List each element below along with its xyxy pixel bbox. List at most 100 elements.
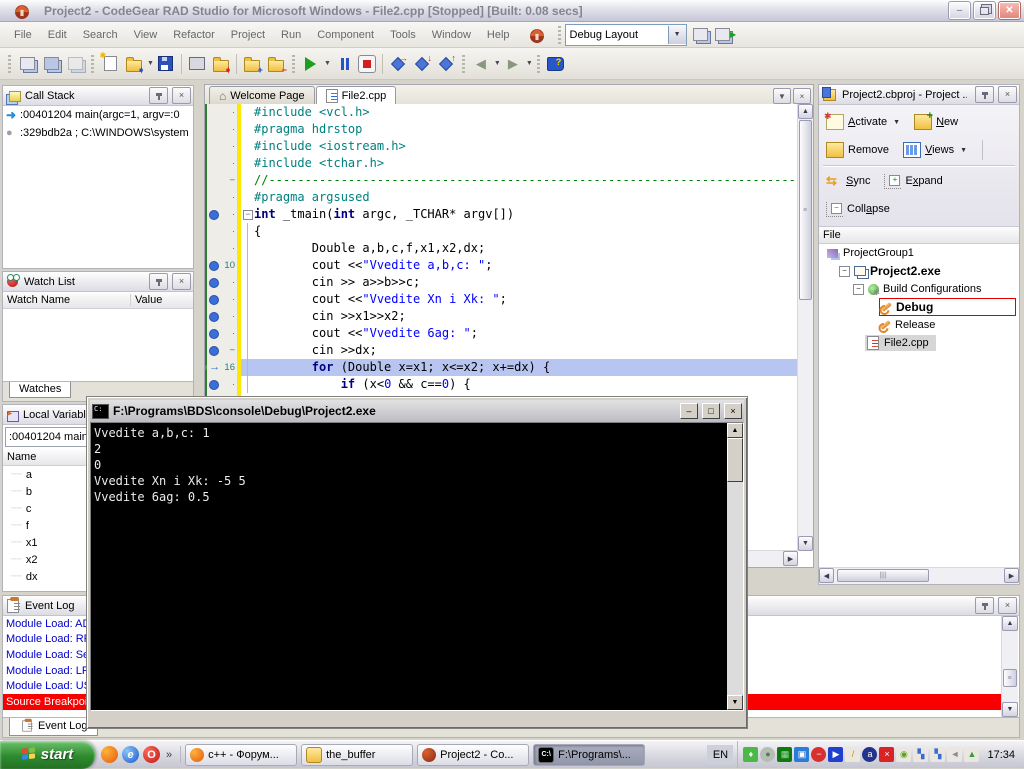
undock-window-button[interactable]: [63, 52, 87, 76]
tree-item-project2-exe[interactable]: −Project2.exe: [819, 262, 1019, 280]
fold-collapse-icon[interactable]: [241, 206, 254, 223]
scroll-left-icon[interactable]: ◀: [819, 568, 834, 583]
scroll-right-icon[interactable]: ▶: [1004, 568, 1019, 583]
code-line[interactable]: · Double a,b,c,f,x1,x2,dx;: [207, 240, 798, 257]
sync-button[interactable]: ⇆Sync: [823, 172, 873, 190]
breakpoint-dot-icon[interactable]: [207, 257, 220, 274]
taskbar-button-firefox[interactable]: c++ - Форум...: [185, 744, 297, 766]
nvidia-icon[interactable]: ◉: [896, 747, 911, 762]
save-desktop-button[interactable]: [690, 25, 712, 45]
watch-value-column[interactable]: Value: [131, 294, 193, 306]
taskbar-button-folder[interactable]: the_buffer: [301, 744, 413, 766]
project-hscrollbar[interactable]: ◀ |||| ▶: [819, 567, 1019, 584]
scroll-up-icon[interactable]: ▲: [1002, 616, 1018, 631]
console-titlebar[interactable]: F:\Programs\BDS\console\Debug\Project2.e…: [90, 400, 744, 422]
network2-icon[interactable]: ▚: [930, 747, 945, 762]
event-log-scrollbar[interactable]: ▲ ≡ ▼: [1001, 616, 1018, 717]
code-line[interactable]: ·#pragma hdrstop: [207, 121, 798, 138]
minimize-button[interactable]: –: [948, 1, 971, 20]
menu-item-edit[interactable]: Edit: [40, 25, 75, 45]
tab-watches[interactable]: Watches: [9, 382, 71, 398]
remove-button[interactable]: Remove: [823, 140, 892, 160]
editor-vscrollbar[interactable]: ▲ ≡ ▼: [797, 104, 813, 551]
remove-from-project-button[interactable]: −: [264, 52, 288, 76]
tree-item-release[interactable]: Release: [819, 316, 1019, 334]
code-line[interactable]: −//-------------------------------------…: [207, 172, 798, 189]
close-button[interactable]: ✕: [998, 1, 1021, 20]
open-dropdown-icon[interactable]: ▼: [147, 60, 154, 67]
code-line[interactable]: · cout <<"Vvedite Xn i Xk: ";: [207, 291, 798, 308]
menu-item-project[interactable]: Project: [223, 25, 273, 45]
scroll-thumb[interactable]: [727, 438, 743, 482]
opera-icon[interactable]: O: [143, 746, 160, 763]
close-icon[interactable]: ×: [998, 597, 1017, 614]
code-line[interactable]: · cin >> a>>b>>c;: [207, 274, 798, 291]
breakpoint-dot-icon[interactable]: [207, 206, 220, 223]
dropdown-icon[interactable]: ▼: [960, 147, 967, 154]
dropdown-icon[interactable]: ▼: [893, 119, 900, 126]
collapse-node-icon[interactable]: −: [839, 266, 850, 277]
taskbar-button-console[interactable]: C:\F:\Programs\...: [533, 744, 645, 766]
pin-icon[interactable]: [149, 87, 168, 104]
tab-list-dropdown-icon[interactable]: ▼: [773, 88, 791, 104]
scroll-thumb[interactable]: ||||: [837, 569, 929, 582]
close-icon[interactable]: ×: [172, 87, 191, 104]
player-icon[interactable]: ▶: [828, 747, 843, 762]
code-line[interactable]: · cin >>x1>>x2;: [207, 308, 798, 325]
code-line[interactable]: ·#pragma argsused: [207, 189, 798, 206]
code-line[interactable]: →16 for (Double x=x1; x<=x2; x+=dx) {: [207, 359, 798, 376]
breakpoint-dot-icon[interactable]: [207, 342, 220, 359]
scroll-thumb[interactable]: ≡: [799, 120, 812, 300]
back-dropdown-icon[interactable]: ▼: [494, 60, 501, 67]
quick-launch-overflow-icon[interactable]: »: [164, 749, 174, 761]
terminate-button[interactable]: [355, 52, 379, 76]
scroll-down-icon[interactable]: ▼: [727, 695, 743, 710]
volume-icon[interactable]: ◄: [947, 747, 962, 762]
menu-item-tools[interactable]: Tools: [382, 25, 424, 45]
code-line[interactable]: · if (x<0 && c==0) {: [207, 376, 798, 393]
pin-icon[interactable]: [149, 273, 168, 290]
restore-button[interactable]: [973, 1, 996, 20]
code-line[interactable]: ·#include <vcl.h>: [207, 104, 798, 121]
a-sphere-icon[interactable]: a: [862, 747, 877, 762]
save-button[interactable]: [154, 52, 178, 76]
code-line[interactable]: ·int _tmain(int argc, _TCHAR* argv[]): [207, 206, 798, 223]
run-until-return-button[interactable]: ↑: [434, 52, 458, 76]
breakpoint-dot-icon[interactable]: [207, 308, 220, 325]
close-tab-icon[interactable]: ×: [793, 88, 811, 104]
clock[interactable]: 17:34: [987, 749, 1015, 761]
breakpoint-dot-icon[interactable]: [207, 376, 220, 393]
menu-item-help[interactable]: Help: [479, 25, 518, 45]
tree-item-build-configurations[interactable]: −Build Configurations: [819, 280, 1019, 298]
menu-item-window[interactable]: Window: [424, 25, 479, 45]
code-line[interactable]: · cout <<"Vvedite 6ag: ";: [207, 325, 798, 342]
collapse-button[interactable]: Collapse: [823, 200, 893, 219]
browse-back-button[interactable]: ◀: [469, 52, 493, 76]
browse-forward-button[interactable]: ▶: [501, 52, 525, 76]
language-indicator[interactable]: EN: [707, 745, 733, 765]
taskbar-button-radstudio[interactable]: Project2 - Co...: [417, 744, 529, 766]
breakpoint-dot-icon[interactable]: [207, 325, 220, 342]
tree-item-debug[interactable]: Debug: [819, 298, 1019, 316]
pin-icon[interactable]: [975, 597, 994, 614]
menu-item-run[interactable]: Run: [273, 25, 309, 45]
close-icon[interactable]: ×: [998, 86, 1017, 103]
globe-icon[interactable]: ●: [760, 747, 775, 762]
console-maximize-button[interactable]: □: [702, 403, 720, 419]
console-scrollbar[interactable]: ▲ ▼: [727, 423, 743, 710]
menu-item-file[interactable]: File: [6, 25, 40, 45]
step-over-button[interactable]: →: [386, 52, 410, 76]
cascade-windows-button[interactable]: [39, 52, 63, 76]
code-line[interactable]: − cin >>dx;: [207, 342, 798, 359]
code-line[interactable]: ·#include <tchar.h>: [207, 155, 798, 172]
activate-button[interactable]: Activate▼: [823, 112, 903, 132]
breakpoint-dot-icon[interactable]: [207, 291, 220, 308]
console-client-area[interactable]: Vvedite a,b,c: 120Vvedite Xn i Xk: -5 5V…: [90, 422, 744, 711]
desktop-layout-combo[interactable]: Debug Layout ▼: [565, 24, 687, 46]
console-close-button[interactable]: ×: [724, 403, 742, 419]
save-all-button[interactable]: [185, 52, 209, 76]
scroll-down-icon[interactable]: ▼: [1002, 702, 1018, 717]
call-stack-row[interactable]: ➜:00401204 main(argc=1, argv=:0: [3, 106, 193, 124]
new-items-button[interactable]: [98, 52, 122, 76]
combo-dropdown-icon[interactable]: ▼: [668, 26, 686, 44]
